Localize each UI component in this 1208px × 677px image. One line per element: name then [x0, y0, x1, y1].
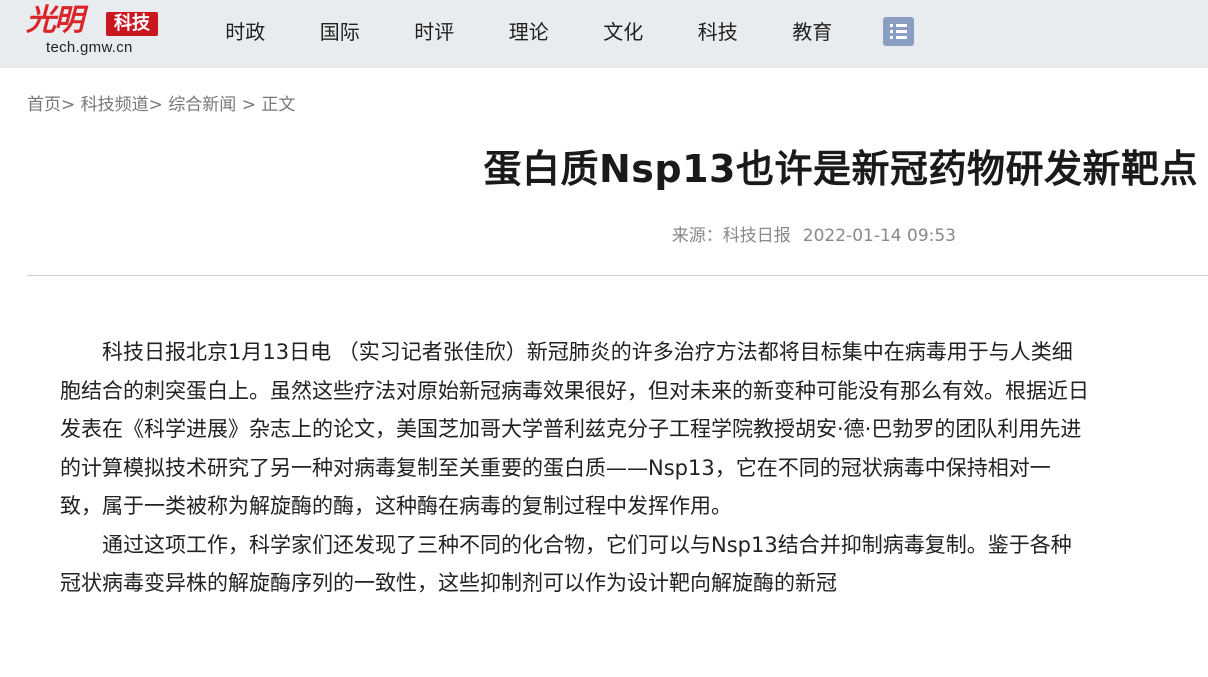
- breadcrumb-separator: >: [236, 95, 262, 115]
- nav-item-technology[interactable]: 科技: [671, 16, 766, 45]
- breadcrumb-channel[interactable]: 科技频道: [81, 95, 149, 115]
- article-meta: 来源：科技日报 2022-01-14 09:53: [672, 221, 956, 246]
- article-paragraph: 科技日报北京1月13日电 （实习记者张佳欣）新冠肺炎的许多治疗方法都将目标集中在…: [60, 340, 1089, 518]
- nav-item-theory[interactable]: 理论: [482, 16, 577, 45]
- top-navigation-bar: 光明 科技 tech.gmw.cn 时政 国际 时评 理论 文化 科技 教育: [0, 0, 1208, 68]
- breadcrumb-section[interactable]: 综合新闻: [168, 95, 236, 115]
- main-nav: 时政 国际 时评 理论 文化 科技 教育: [198, 0, 860, 60]
- breadcrumb: 首页> 科技频道> 综合新闻 > 正文: [27, 90, 295, 115]
- logo-script-text: 光明: [26, 3, 84, 38]
- breadcrumb-home[interactable]: 首页: [27, 95, 61, 115]
- logo-url: tech.gmw.cn: [46, 39, 133, 56]
- breadcrumb-separator: >: [148, 95, 163, 115]
- article-title: 蛋白质Nsp13也许是新冠药物研发新靶点: [483, 147, 1198, 191]
- site-logo[interactable]: 光明 科技 tech.gmw.cn: [26, 4, 166, 60]
- article-paragraph: 通过这项工作，科学家们还发现了三种不同的化合物，它们可以与Nsp13结合并抑制病…: [60, 532, 1072, 596]
- breadcrumb-current: 正文: [261, 95, 296, 115]
- nav-item-politics[interactable]: 时政: [198, 16, 293, 45]
- nav-item-commentary[interactable]: 时评: [387, 16, 482, 45]
- nav-item-culture[interactable]: 文化: [576, 16, 671, 45]
- article-source: 来源：科技日报: [671, 226, 791, 246]
- article-body: 科技日报北京1月13日电 （实习记者张佳欣）新冠肺炎的许多治疗方法都将目标集中在…: [60, 333, 1090, 603]
- list-menu-icon[interactable]: [883, 17, 914, 46]
- logo-badge: 科技: [106, 12, 158, 36]
- title-divider: [27, 275, 1208, 276]
- breadcrumb-separator: >: [61, 95, 76, 115]
- nav-item-education[interactable]: 教育: [765, 16, 860, 45]
- nav-item-international[interactable]: 国际: [293, 16, 388, 45]
- article-date: 2022-01-14 09:53: [802, 226, 956, 246]
